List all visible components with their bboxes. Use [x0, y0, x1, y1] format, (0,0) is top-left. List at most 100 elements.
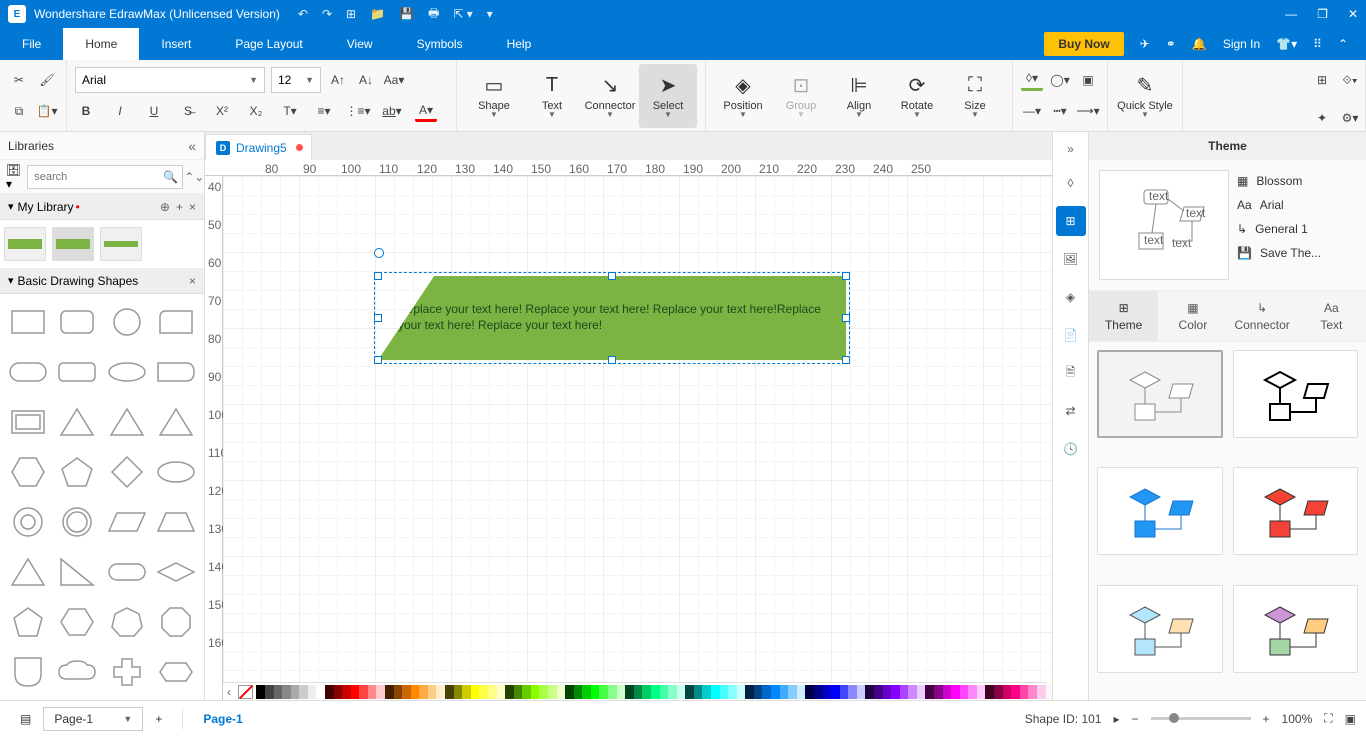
dash-style-icon[interactable]: ┅▾: [1049, 100, 1071, 122]
arrow-style-icon[interactable]: ⟶▾: [1077, 100, 1099, 122]
color-swatch[interactable]: [497, 685, 506, 699]
shape-tri-up[interactable]: [4, 548, 52, 596]
color-swatch[interactable]: [788, 685, 797, 699]
select-button[interactable]: ➤Select▼: [639, 64, 697, 128]
color-tab[interactable]: ▦Color: [1158, 291, 1227, 341]
palette-nav-left-icon[interactable]: ‹: [223, 685, 235, 699]
play-icon[interactable]: ▸: [1113, 712, 1119, 726]
text-tab[interactable]: AaText: [1297, 291, 1366, 341]
theme-card[interactable]: [1097, 467, 1223, 555]
color-swatch[interactable]: [368, 685, 377, 699]
paste-icon[interactable]: 📋▾: [36, 100, 58, 122]
color-swatch[interactable]: [917, 685, 926, 699]
color-swatch[interactable]: [728, 685, 737, 699]
lib-thumb[interactable]: [4, 227, 46, 261]
color-swatch[interactable]: [754, 685, 763, 699]
expand-panel-icon[interactable]: »: [1053, 138, 1088, 160]
color-swatch[interactable]: [394, 685, 403, 699]
zoom-out-icon[interactable]: −: [1132, 712, 1139, 726]
color-swatch[interactable]: [316, 685, 325, 699]
color-swatch[interactable]: [994, 685, 1003, 699]
color-swatch[interactable]: [282, 685, 291, 699]
color-swatch[interactable]: [685, 685, 694, 699]
theme-tab[interactable]: ⊞Theme: [1089, 291, 1158, 341]
add-page-button[interactable]: +: [145, 707, 172, 731]
quick-style-button[interactable]: ✎Quick Style▼: [1116, 64, 1174, 128]
color-swatch[interactable]: [960, 685, 969, 699]
color-swatch[interactable]: [582, 685, 591, 699]
position-button[interactable]: ◈Position▼: [714, 64, 772, 128]
print-icon[interactable]: 🖶: [428, 4, 439, 25]
color-swatch[interactable]: [488, 685, 497, 699]
shape-ring[interactable]: [54, 498, 102, 546]
shape-pentagon[interactable]: [54, 448, 102, 496]
fill-color-icon[interactable]: ◊▾: [1021, 69, 1043, 91]
color-swatch[interactable]: [780, 685, 789, 699]
color-swatch[interactable]: [771, 685, 780, 699]
color-swatch[interactable]: [642, 685, 651, 699]
ext3-icon[interactable]: ✦: [1311, 107, 1333, 129]
page-selector[interactable]: Page-1▼: [43, 707, 143, 731]
color-swatch[interactable]: [471, 685, 480, 699]
menu-page-layout[interactable]: Page Layout: [213, 28, 324, 60]
color-swatch[interactable]: [651, 685, 660, 699]
page-tab[interactable]: Page-1: [193, 707, 252, 731]
color-swatch[interactable]: [351, 685, 360, 699]
canvas[interactable]: Replace your text here! Replace your tex…: [223, 176, 1052, 682]
layers-panel-icon[interactable]: ◈: [1056, 282, 1086, 312]
no-fill-swatch[interactable]: [238, 685, 253, 699]
color-swatch[interactable]: [908, 685, 917, 699]
section-close-icon[interactable]: ×: [189, 274, 196, 288]
text-button[interactable]: TText▼: [523, 64, 581, 128]
color-swatch[interactable]: [677, 685, 686, 699]
shape-triangle2[interactable]: [103, 398, 151, 446]
change-case-icon[interactable]: Aa▾: [383, 69, 405, 91]
align-button[interactable]: ⊫Align▼: [830, 64, 888, 128]
shape-cloud[interactable]: [54, 648, 102, 696]
theme-blossom-option[interactable]: ▦Blossom: [1237, 174, 1356, 188]
color-swatch[interactable]: [985, 685, 994, 699]
image-panel-icon[interactable]: 🖼: [1056, 244, 1086, 274]
color-swatch[interactable]: [874, 685, 883, 699]
shape-hexagon[interactable]: [4, 448, 52, 496]
color-swatch[interactable]: [608, 685, 617, 699]
menu-file[interactable]: File: [0, 28, 63, 60]
library-picker-icon[interactable]: 🗄▾: [6, 163, 21, 191]
color-swatch[interactable]: [514, 685, 523, 699]
color-swatch[interactable]: [548, 685, 557, 699]
shape-parallelogram[interactable]: [103, 498, 151, 546]
zoom-slider[interactable]: [1151, 717, 1251, 720]
color-swatch[interactable]: [702, 685, 711, 699]
shape-donut[interactable]: [4, 498, 52, 546]
lib-thumb[interactable]: [100, 227, 142, 261]
shape-capsule[interactable]: [103, 548, 151, 596]
copy-icon[interactable]: ⧉: [8, 100, 30, 122]
ext1-icon[interactable]: ⊞: [1311, 69, 1333, 91]
shape-cross[interactable]: [103, 648, 151, 696]
doc-tab[interactable]: D Drawing5: [205, 134, 312, 160]
theme-font-option[interactable]: AaArial: [1237, 198, 1356, 212]
history-panel-icon[interactable]: 🕓: [1056, 434, 1086, 464]
italic-icon[interactable]: I: [109, 100, 131, 122]
color-swatch[interactable]: [359, 685, 368, 699]
basic-shapes-section[interactable]: ▾ Basic Drawing Shapes ×: [0, 268, 204, 294]
color-swatch[interactable]: [411, 685, 420, 699]
color-swatch[interactable]: [617, 685, 626, 699]
line-spacing-icon[interactable]: ≡▾: [313, 100, 335, 122]
theme-connector-option[interactable]: ↳General 1: [1237, 222, 1356, 236]
user-menu-icon[interactable]: 👕▾: [1276, 37, 1297, 51]
menu-view[interactable]: View: [325, 28, 395, 60]
format-painter-icon[interactable]: 🖌: [36, 69, 58, 91]
resize-handle[interactable]: [374, 356, 382, 364]
color-swatch[interactable]: [291, 685, 300, 699]
shape-ellipse2[interactable]: [153, 448, 201, 496]
color-swatch[interactable]: [325, 685, 334, 699]
color-swatch[interactable]: [634, 685, 643, 699]
shape-roundrect2[interactable]: [54, 348, 102, 396]
minimize-icon[interactable]: —: [1285, 7, 1297, 21]
color-swatch[interactable]: [857, 685, 866, 699]
color-swatch[interactable]: [599, 685, 608, 699]
shape-frame[interactable]: [4, 398, 52, 446]
selected-shape[interactable]: Replace your text here! Replace your tex…: [378, 276, 846, 360]
font-family-combo[interactable]: Arial▼: [75, 67, 265, 93]
